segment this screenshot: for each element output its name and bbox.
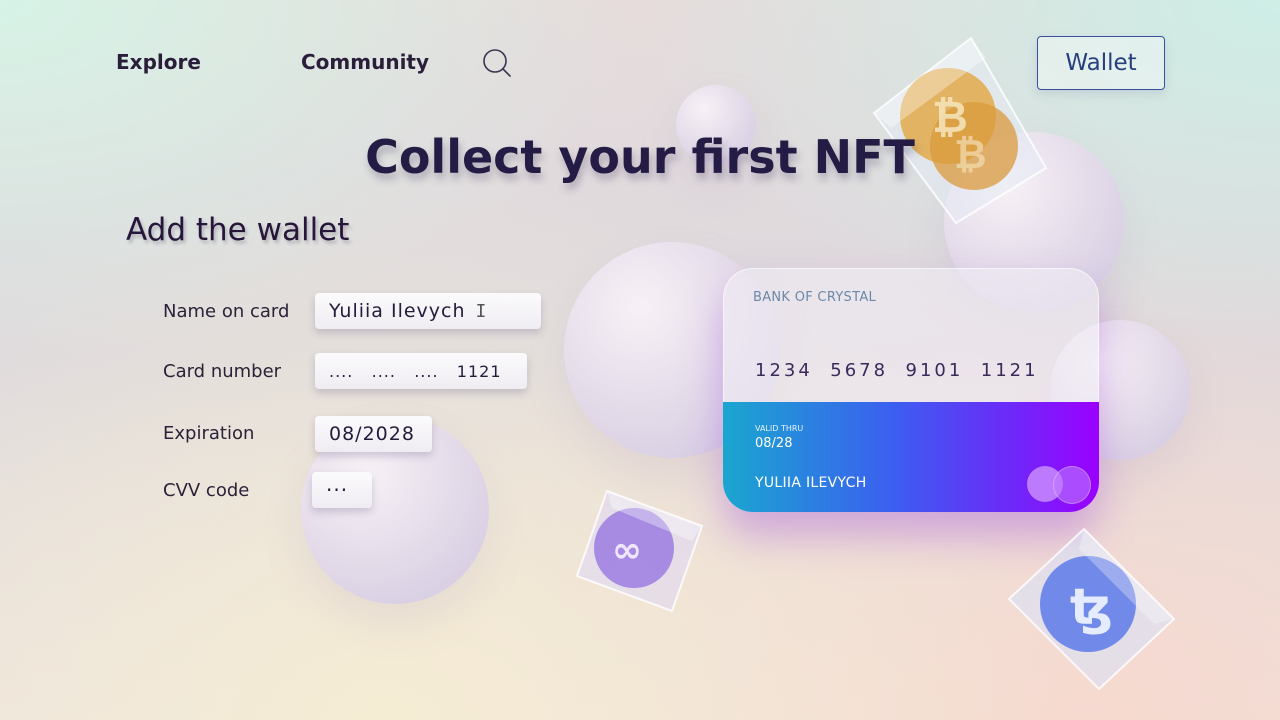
nav-community[interactable]: Community <box>301 50 429 74</box>
card-top: BANK OF CRYSTAL 1234 5678 9101 1121 <box>723 268 1099 402</box>
polygon-crystal-icon: ∞ <box>575 489 704 613</box>
name-on-card-input[interactable]: Yuliia Ilevych I <box>315 293 541 329</box>
cvv-input[interactable]: ··· <box>312 472 372 508</box>
card-number-display: 1234 5678 9101 1121 <box>755 360 1039 381</box>
expiration-label: Expiration <box>163 423 255 444</box>
svg-text:ꜩ: ꜩ <box>1070 578 1113 636</box>
text-cursor-icon: I <box>475 300 488 322</box>
card-number-value: .... .... .... 1121 <box>329 361 502 381</box>
svg-text:∞: ∞ <box>612 530 642 571</box>
tezos-crystal-icon: ꜩ <box>1007 527 1176 691</box>
card-bottom: VALID THRU 08/28 YULIIA ILEVYCH <box>723 402 1099 512</box>
credit-card: BANK OF CRYSTAL 1234 5678 9101 1121 VALI… <box>723 268 1099 512</box>
card-holder-name: YULIIA ILEVYCH <box>755 475 867 491</box>
expiration-input[interactable]: 08/2028 <box>315 416 432 452</box>
page-title: Collect your first NFT <box>365 130 915 184</box>
card-number-label: Card number <box>163 361 282 382</box>
cvv-label: CVV code <box>163 480 250 501</box>
valid-thru-label: VALID THRU <box>755 424 804 433</box>
card-number-input[interactable]: .... .... .... 1121 <box>315 353 527 389</box>
name-label: Name on card <box>163 301 290 322</box>
cvv-value: ··· <box>326 478 349 502</box>
bitcoin-crystal-icon: ₿ ₿ <box>872 36 1048 225</box>
wallet-button[interactable]: Wallet <box>1037 36 1165 90</box>
bank-name: BANK OF CRYSTAL <box>753 290 877 305</box>
name-on-card-value: Yuliia Ilevych <box>329 300 466 322</box>
nav-explore[interactable]: Explore <box>116 50 201 74</box>
section-title: Add the wallet <box>126 212 350 248</box>
expiration-value: 08/2028 <box>329 423 415 445</box>
valid-thru-value: 08/28 <box>755 436 793 451</box>
search-icon[interactable] <box>482 48 512 78</box>
